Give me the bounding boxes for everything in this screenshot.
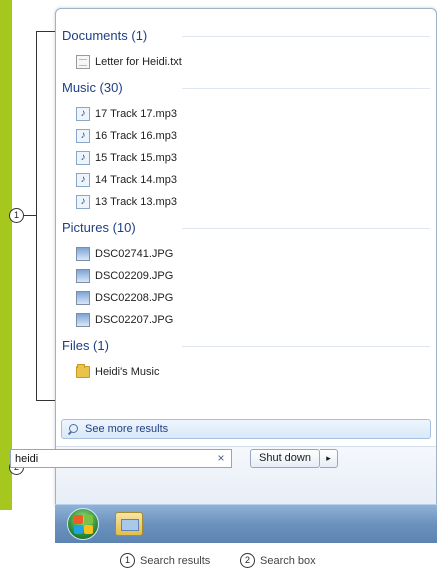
windows-logo-icon — [74, 525, 83, 534]
chevron-right-icon: ▸ — [326, 453, 331, 463]
result-item[interactable]: DSC02209.JPG — [62, 265, 430, 287]
result-item[interactable]: Letter for Heidi.txt — [62, 51, 430, 73]
windows-logo-icon — [84, 515, 93, 524]
search-results: Documents (1) Letter for Heidi.txt Music… — [62, 27, 430, 383]
legend-item: 2 Search box — [240, 553, 316, 568]
figure-legend: 1 Search results 2 Search box — [0, 553, 437, 573]
image-file-icon — [76, 291, 90, 305]
audio-file-icon: ♪ — [76, 195, 90, 209]
result-label: Heidi's Music — [95, 366, 160, 378]
result-item[interactable]: ♪ 17 Track 17.mp3 — [62, 103, 430, 125]
windows-logo-icon — [74, 515, 83, 524]
shut-down-button[interactable]: Shut down — [250, 449, 320, 468]
result-label: Letter for Heidi.txt — [95, 56, 182, 68]
start-button[interactable] — [67, 508, 99, 540]
see-more-label: See more results — [85, 423, 169, 435]
result-label: 14 Track 14.mp3 — [95, 174, 177, 186]
group-header[interactable]: Files (1) — [62, 337, 430, 355]
legend-item: 1 Search results — [120, 553, 210, 568]
image-file-icon — [76, 247, 90, 261]
result-item[interactable]: Heidi's Music — [62, 361, 430, 383]
callout-search-results: 1 — [9, 208, 24, 223]
result-item[interactable]: ♪ 13 Track 13.mp3 — [62, 191, 430, 213]
legend-label: Search results — [140, 554, 211, 567]
result-label: DSC02741.JPG — [95, 248, 174, 260]
result-item[interactable]: DSC02207.JPG — [62, 309, 430, 331]
search-results-bracket — [36, 31, 57, 401]
result-item[interactable]: DSC02208.JPG — [62, 287, 430, 309]
group-files: Files (1) Heidi's Music — [62, 337, 430, 383]
taskbar — [55, 504, 437, 543]
result-label: DSC02207.JPG — [95, 314, 174, 326]
result-label: 13 Track 13.mp3 — [95, 196, 177, 208]
image-file-icon — [76, 313, 90, 327]
group-header[interactable]: Music (30) — [62, 79, 430, 97]
legend-label: Search box — [260, 554, 316, 567]
audio-file-icon: ♪ — [76, 173, 90, 187]
result-label: 17 Track 17.mp3 — [95, 108, 177, 120]
group-music: Music (30) ♪ 17 Track 17.mp3 ♪ 16 Track … — [62, 79, 430, 213]
result-label: 15 Track 15.mp3 — [95, 152, 177, 164]
search-icon — [68, 423, 79, 435]
result-item[interactable]: ♪ 16 Track 16.mp3 — [62, 125, 430, 147]
folder-icon — [76, 364, 90, 378]
result-label: DSC02208.JPG — [95, 292, 174, 304]
legend-number: 1 — [120, 553, 135, 568]
audio-file-icon: ♪ — [76, 107, 90, 121]
shut-down-options-button[interactable]: ▸ — [320, 449, 338, 468]
callout-connector — [24, 215, 36, 216]
result-item[interactable]: ♪ 15 Track 15.mp3 — [62, 147, 430, 169]
result-item[interactable]: DSC02741.JPG — [62, 243, 430, 265]
group-header[interactable]: Pictures (10) — [62, 219, 430, 237]
clear-search-icon[interactable]: × — [214, 451, 228, 465]
audio-file-icon: ♪ — [76, 129, 90, 143]
accent-bar — [0, 0, 12, 510]
legend-number: 2 — [240, 553, 255, 568]
windows-explorer-icon[interactable] — [115, 512, 143, 536]
result-item[interactable]: ♪ 14 Track 14.mp3 — [62, 169, 430, 191]
document-icon — [76, 55, 90, 69]
result-label: 16 Track 16.mp3 — [95, 130, 177, 142]
start-menu: Documents (1) Letter for Heidi.txt Music… — [55, 8, 437, 506]
audio-file-icon: ♪ — [76, 151, 90, 165]
group-header[interactable]: Documents (1) — [62, 27, 430, 45]
search-input[interactable] — [10, 449, 232, 468]
group-documents: Documents (1) Letter for Heidi.txt — [62, 27, 430, 73]
windows-logo-icon — [84, 525, 93, 534]
see-more-results-button[interactable]: See more results — [61, 419, 431, 439]
group-pictures: Pictures (10) DSC02741.JPG DSC02209.JPG … — [62, 219, 430, 331]
result-label: DSC02209.JPG — [95, 270, 174, 282]
image-file-icon — [76, 269, 90, 283]
